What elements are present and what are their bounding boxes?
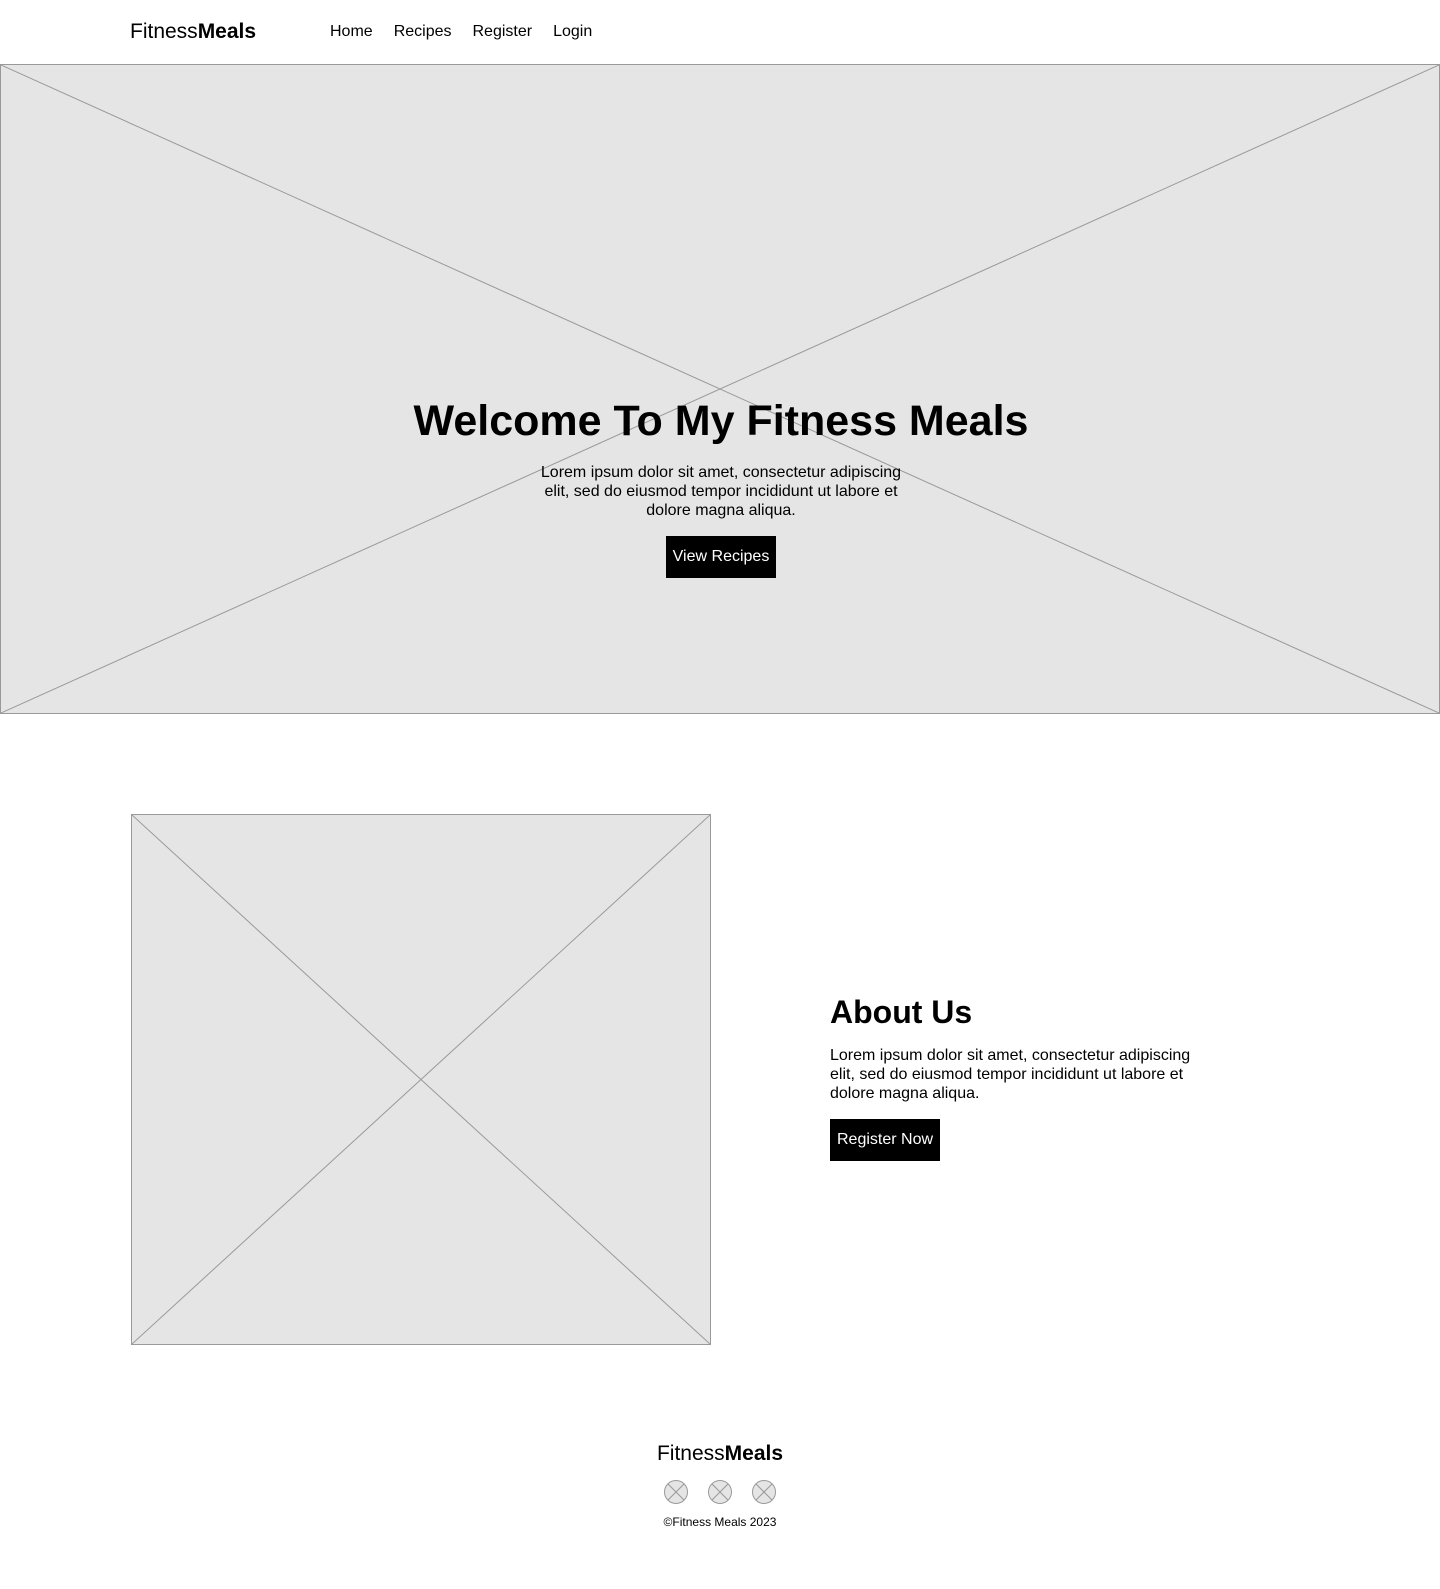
hero-content: Welcome To My Fitness Meals Lorem ipsum …: [1, 395, 1440, 578]
logo-text-bold: Meals: [197, 20, 257, 43]
about-section: About Us Lorem ipsum dolor sit amet, con…: [830, 992, 1230, 1161]
nav-home-link[interactable]: Home: [330, 20, 373, 44]
hero-title: Welcome To My Fitness Meals: [413, 397, 1029, 445]
footer-logo-text-light: Fitness: [656, 1442, 725, 1465]
nav-recipes-link[interactable]: Recipes: [394, 20, 452, 44]
site-footer: FitnessMeals ©Fitness Meals 2023: [0, 1440, 1440, 1530]
logo-text-light: Fitness: [130, 20, 198, 43]
social-placeholder-icon[interactable]: [752, 1480, 776, 1504]
main-nav: Home Recipes Register Login: [330, 20, 592, 44]
about-image-placeholder-icon: [132, 815, 710, 1344]
view-recipes-button[interactable]: View Recipes: [665, 536, 777, 578]
about-description: Lorem ipsum dolor sit amet, consectetur …: [830, 1047, 1191, 1102]
hero-image-placeholder-icon: [1, 65, 1439, 713]
footer-logo-text-bold: Meals: [724, 1442, 784, 1465]
hero-section: Welcome To My Fitness Meals Lorem ipsum …: [0, 64, 1440, 714]
site-logo[interactable]: FitnessMeals: [130, 18, 256, 46]
about-title: About Us: [830, 994, 973, 1030]
social-placeholder-icon[interactable]: [708, 1480, 732, 1504]
nav-register-link[interactable]: Register: [473, 20, 533, 44]
about-button-wrap: Register Now: [830, 1119, 1230, 1161]
hero-button-wrap: View Recipes: [1, 536, 1440, 578]
about-image: [131, 814, 711, 1345]
register-now-button[interactable]: Register Now: [830, 1119, 941, 1161]
social-placeholder-icon[interactable]: [664, 1480, 688, 1504]
social-links: [0, 1480, 1440, 1504]
nav-login-link[interactable]: Login: [553, 20, 592, 44]
hero-description: Lorem ipsum dolor sit amet, consectetur …: [540, 464, 902, 519]
copyright-text: ©Fitness Meals 2023: [663, 1515, 777, 1529]
site-header: FitnessMeals Home Recipes Register Login: [0, 0, 1440, 64]
footer-logo[interactable]: FitnessMeals: [0, 1440, 1440, 1468]
